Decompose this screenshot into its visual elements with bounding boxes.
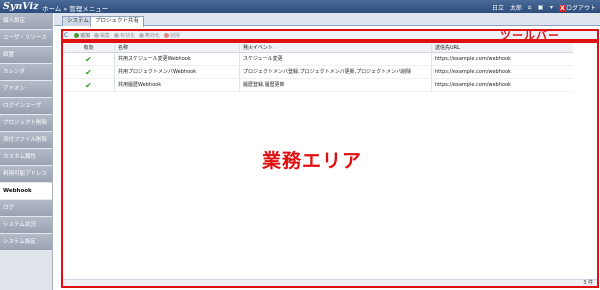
column-url[interactable]: 送信先URL xyxy=(432,43,573,52)
table-row[interactable]: ✔ 共用プロジェクトメンバWebhook プロジェクトメンバ登録,プロジェクトメ… xyxy=(63,66,573,79)
add-label: 追加 xyxy=(80,33,91,39)
edit-icon xyxy=(94,33,100,38)
row-url: https://example.com/webhook xyxy=(435,56,511,62)
toolbar-annotation: ツールバー xyxy=(500,29,560,42)
breadcrumb-separator: » xyxy=(63,5,68,13)
breadcrumb-admin-menu: 管理メニュー xyxy=(69,5,109,13)
row-name: 共用履歴Webhook xyxy=(115,79,240,91)
table-row[interactable]: ✔ 共用スケジュール変更Webhook スケジュール変更 https://exa… xyxy=(63,53,573,66)
sidebar-item-available-addresses[interactable]: 利用可能アドレス xyxy=(0,166,52,183)
add-button[interactable]: 追加 xyxy=(74,32,90,39)
enable-label: 有効化 xyxy=(120,33,136,39)
logout-icon: X xyxy=(558,5,566,12)
breadcrumb: ホーム» 管理メニュー xyxy=(42,3,108,13)
top-header: SynViz ホーム» 管理メニュー 日立 太郎 ⌂ ▣ ▾ Xログアウト xyxy=(0,0,600,13)
refresh-icon: C xyxy=(64,31,69,39)
menu-dropdown-icon[interactable]: ▾ xyxy=(548,4,555,11)
sidebar-item-login-users[interactable]: ログインユーザ xyxy=(0,98,52,115)
sidebar-item-project-delete[interactable]: プロジェクト削除 xyxy=(0,115,52,132)
row-name: 共用プロジェクトメンバWebhook xyxy=(115,66,240,78)
sidebar-item-custom-attributes[interactable]: カスタム属性 xyxy=(0,149,52,166)
add-icon xyxy=(74,33,79,38)
row-name: 共用スケジュール変更Webhook xyxy=(115,53,240,65)
header-right: 日立 太郎 ⌂ ▣ ▾ Xログアウト xyxy=(492,3,596,12)
breadcrumb-home[interactable]: ホーム xyxy=(42,5,61,13)
record-count: 3 件 xyxy=(583,280,593,286)
column-name[interactable]: 名称 xyxy=(115,43,240,52)
status-bar: 3 件 xyxy=(63,279,597,286)
row-event: プロジェクトメンバ登録,プロジェクトメンバ更新,プロジェクトメンバ削除 xyxy=(240,66,432,78)
home-icon[interactable]: ⌂ xyxy=(526,4,533,11)
row-url: https://example.com/webhook xyxy=(435,82,511,88)
toolbar: C 追加 編集 有効化 無効化 削除 xyxy=(64,31,180,40)
enable-icon xyxy=(114,33,120,38)
sidebar-item-log[interactable]: ログ xyxy=(0,200,52,217)
delete-label: 削除 xyxy=(170,33,181,39)
logout-button[interactable]: Xログアウト xyxy=(558,3,596,12)
disable-icon xyxy=(139,33,145,38)
table-row[interactable]: ✔ 共用履歴Webhook 履歴登録,履歴更新 https://example.… xyxy=(63,79,573,92)
disable-button[interactable]: 無効化 xyxy=(139,32,160,39)
refresh-button[interactable]: C xyxy=(64,31,70,39)
logout-label: ログアウト xyxy=(565,5,596,12)
sidebar-item-attachment-delete[interactable]: 添付ファイル削除 xyxy=(0,132,52,149)
sidebar-item-system-settings[interactable]: システム設定 xyxy=(0,234,52,251)
check-icon: ✔ xyxy=(85,81,92,90)
edit-label: 編集 xyxy=(100,33,111,39)
sidebar-item-system-status[interactable]: システム状況 xyxy=(0,217,52,234)
sidebar-item-personal-settings[interactable]: 個人設定 xyxy=(0,13,52,30)
tab-project-shared[interactable]: プロジェクト共有 xyxy=(90,16,145,27)
user-name[interactable]: 日立 太郎 xyxy=(492,3,522,12)
row-event: スケジュール変更 xyxy=(240,53,432,65)
business-area-annotation: 業務エリア xyxy=(262,150,363,172)
app-logo[interactable]: SynViz xyxy=(3,1,39,12)
check-icon: ✔ xyxy=(85,55,92,64)
row-event: 履歴登録,履歴更新 xyxy=(240,79,432,91)
sidebar-item-setup[interactable]: 設置 xyxy=(0,47,52,64)
sidebar-item-webhook[interactable]: Webhook xyxy=(0,183,52,200)
sidebar-item-addon[interactable]: アドオン xyxy=(0,81,52,98)
enable-button[interactable]: 有効化 xyxy=(114,32,135,39)
sidebar-item-calendar[interactable]: カレンダ xyxy=(0,64,52,81)
table-header: 有効 名称 発火イベント 送信先URL xyxy=(63,43,573,53)
window-icon[interactable]: ▣ xyxy=(537,4,544,11)
webhook-table: 有効 名称 発火イベント 送信先URL ✔ 共用スケジュール変更Webhook … xyxy=(63,43,573,92)
delete-button[interactable]: 削除 xyxy=(164,32,180,39)
check-icon: ✔ xyxy=(85,68,92,77)
admin-sidebar: 個人設定 ユーザ・リソース 設置 カレンダ アドオン ログインユーザ プロジェク… xyxy=(0,13,53,290)
sidebar-item-users-resources[interactable]: ユーザ・リソース xyxy=(0,30,52,47)
disable-label: 無効化 xyxy=(145,33,161,39)
delete-icon xyxy=(164,33,170,38)
column-enabled[interactable]: 有効 xyxy=(63,43,115,52)
column-event[interactable]: 発火イベント xyxy=(240,43,432,52)
tab-bar: システム プロジェクト共有 xyxy=(54,13,600,27)
row-url: https://example.com/webhook xyxy=(435,69,511,75)
edit-button[interactable]: 編集 xyxy=(94,32,110,39)
